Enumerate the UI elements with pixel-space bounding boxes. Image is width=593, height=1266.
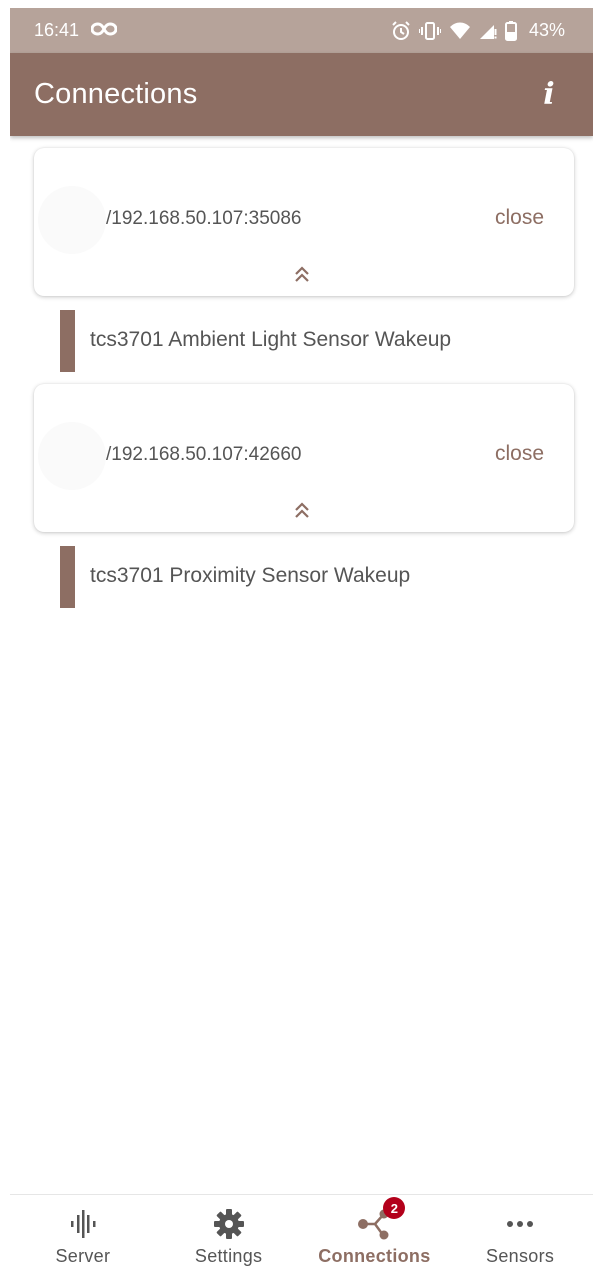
connections-icon: 2 [357,1197,406,1240]
nav-item-server[interactable]: Server [10,1195,156,1266]
connection-address: /192.168.50.107:42660 [106,444,302,465]
nav-label-settings: Settings [194,1246,263,1266]
avatar [38,422,106,490]
more-horizontal-icon [506,1207,534,1240]
connection-card: /192.168.50.107:35086 close [34,148,574,296]
status-time: 16:41 [34,20,80,40]
nav-item-connections[interactable]: 2 Connections [302,1195,448,1266]
nav-label-server: Server [55,1246,111,1266]
vibrate-icon [418,21,441,40]
sensor-name: tcs3701 Proximity Sensor Wakeup [90,564,411,587]
gear-icon [213,1207,245,1240]
nav-item-sensors[interactable]: Sensors [447,1195,593,1266]
nav-label-connections: Connections [318,1246,431,1266]
bottom-navigation: Server Settings 2 Connections Sensors [10,1194,593,1266]
waveform-icon [68,1207,98,1240]
close-connection-button[interactable]: close [495,442,544,466]
sensor-indicator-bar [60,546,75,608]
connection-address: /192.168.50.107:35086 [106,208,302,229]
wifi-icon [449,22,471,40]
device-screen: 16:41 43% Connections i /192.168.50.107:… [10,8,593,1266]
status-bar: 16:41 43% [10,8,593,53]
sensor-row: tcs3701 Ambient Light Sensor Wakeup [60,310,580,372]
sensor-row: tcs3701 Proximity Sensor Wakeup [60,546,580,608]
signal-icon [479,22,497,40]
infinity-icon [90,20,118,41]
page: 16:41 43% Connections i /192.168.50.107:… [0,0,593,1266]
status-icons [391,20,517,41]
nav-item-settings[interactable]: Settings [156,1195,302,1266]
avatar [38,186,106,254]
battery-percent: 43% [528,20,565,40]
sensor-indicator-bar [60,310,75,372]
status-left: 16:41 [34,20,118,41]
double-chevron-up-icon[interactable] [290,262,314,286]
sensor-name: tcs3701 Ambient Light Sensor Wakeup [90,328,452,351]
app-bar: Connections i [10,53,593,136]
info-button[interactable]: i [529,75,569,115]
alarm-icon [391,20,411,41]
battery-icon [504,20,517,41]
connection-card: /192.168.50.107:42660 close [34,384,574,532]
close-connection-button[interactable]: close [495,206,544,230]
double-chevron-up-icon[interactable] [290,498,314,522]
nav-label-sensors: Sensors [486,1246,555,1266]
notification-badge: 2 [383,1197,406,1219]
page-title: Connections [34,78,198,110]
status-right: 43% [391,20,565,41]
